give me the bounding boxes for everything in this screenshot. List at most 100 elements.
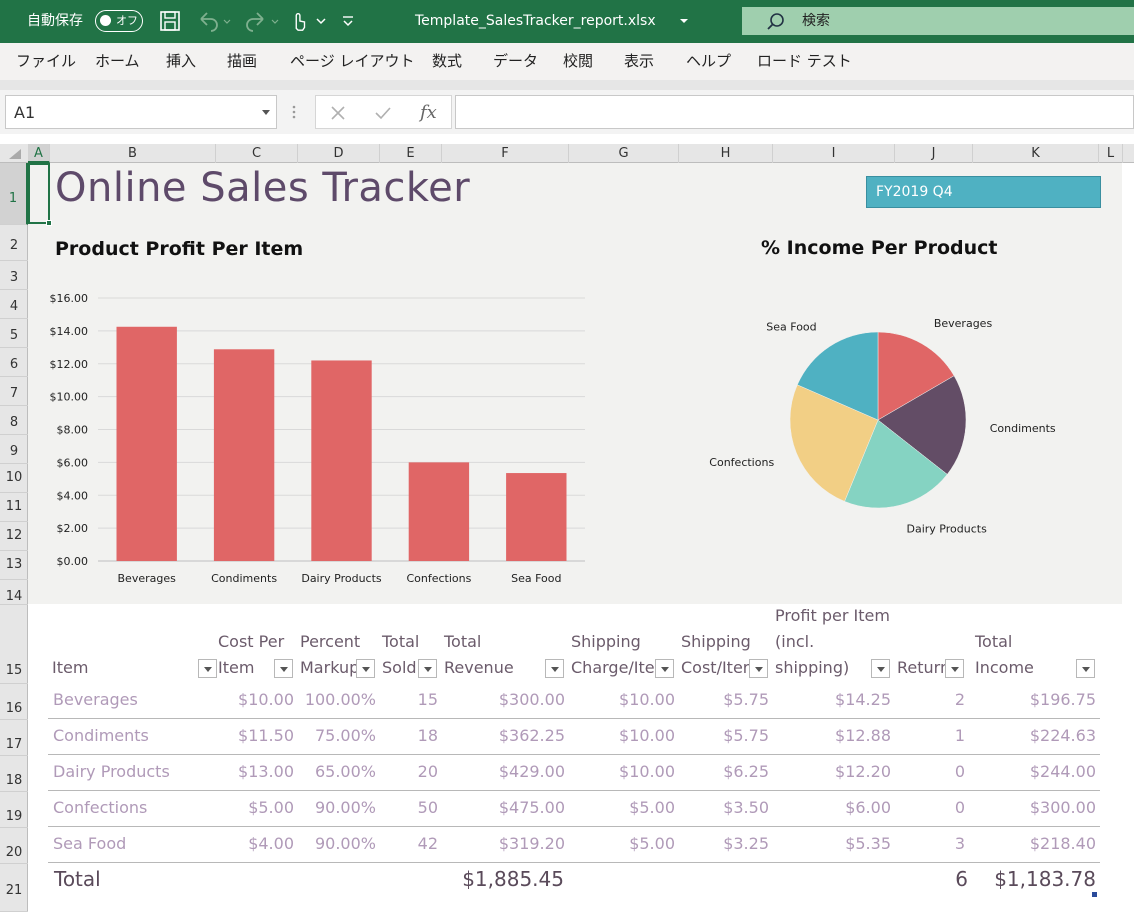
column-header-i[interactable]: I bbox=[773, 144, 895, 163]
table-cell[interactable]: $224.63 bbox=[975, 718, 1096, 754]
row-header[interactable]: 10 bbox=[0, 464, 28, 493]
customize-toolbar-icon[interactable] bbox=[341, 10, 355, 32]
tab-data[interactable]: データ bbox=[493, 43, 538, 80]
table-cell[interactable]: $12.88 bbox=[775, 718, 891, 754]
tab-insert[interactable]: 挿入 bbox=[166, 43, 196, 80]
table-cell[interactable]: $362.25 bbox=[444, 718, 565, 754]
column-header-f[interactable]: F bbox=[442, 144, 569, 163]
table-cell[interactable]: 3 bbox=[897, 826, 965, 862]
filter-dropdown-button[interactable] bbox=[1076, 659, 1095, 678]
row-header[interactable]: 7 bbox=[0, 377, 28, 406]
enter-icon[interactable] bbox=[374, 105, 392, 121]
column-header-a[interactable]: A bbox=[28, 144, 50, 163]
table-cell[interactable]: 0 bbox=[897, 790, 965, 826]
table-cell[interactable]: $319.20 bbox=[444, 826, 565, 862]
table-cell[interactable]: $10.00 bbox=[218, 682, 294, 718]
filter-dropdown-button[interactable] bbox=[418, 659, 437, 678]
table-cell[interactable]: $11.50 bbox=[218, 718, 294, 754]
bar[interactable] bbox=[506, 473, 567, 561]
column-header-h[interactable]: H bbox=[679, 144, 773, 163]
table-cell[interactable]: $10.00 bbox=[571, 754, 675, 790]
insert-function-icon[interactable]: fx bbox=[420, 96, 437, 130]
bar[interactable] bbox=[213, 349, 275, 561]
filter-dropdown-button[interactable] bbox=[545, 659, 564, 678]
tab-view[interactable]: 表示 bbox=[624, 43, 654, 80]
tab-draw[interactable]: 描画 bbox=[227, 43, 257, 80]
column-header-d[interactable]: D bbox=[298, 144, 380, 163]
table-cell[interactable]: 100.00% bbox=[300, 682, 376, 718]
table-cell[interactable]: $5.75 bbox=[681, 682, 769, 718]
table-cell[interactable]: $3.25 bbox=[681, 826, 769, 862]
filter-dropdown-button[interactable] bbox=[655, 659, 674, 678]
search-box[interactable]: 検索 bbox=[742, 7, 1134, 35]
row-header[interactable]: 20 bbox=[0, 828, 28, 864]
table-cell[interactable]: 18 bbox=[382, 718, 438, 754]
column-header-b[interactable]: B bbox=[50, 144, 216, 163]
row-header[interactable]: 19 bbox=[0, 792, 28, 828]
table-cell[interactable]: $218.40 bbox=[975, 826, 1096, 862]
table-cell[interactable]: $5.00 bbox=[571, 790, 675, 826]
tab-home[interactable]: ホーム bbox=[95, 43, 140, 80]
undo-icon[interactable] bbox=[196, 10, 232, 32]
table-cell[interactable]: $5.75 bbox=[681, 718, 769, 754]
table-cell[interactable]: 65.00% bbox=[300, 754, 376, 790]
table-cell[interactable]: $4.00 bbox=[218, 826, 294, 862]
touch-mode-icon[interactable] bbox=[289, 10, 309, 32]
row-header[interactable]: 9 bbox=[0, 435, 28, 464]
table-cell[interactable]: 1 bbox=[897, 718, 965, 754]
period-cell[interactable]: FY2019 Q4 bbox=[866, 176, 1101, 208]
select-all-icon[interactable] bbox=[8, 148, 22, 160]
table-resize-handle[interactable] bbox=[1092, 892, 1097, 897]
income-pie-chart[interactable]: Beverages Condiments Dairy Products Confect… bbox=[708, 313, 1088, 543]
table-cell[interactable]: $300.00 bbox=[444, 682, 565, 718]
tab-formulas[interactable]: 数式 bbox=[432, 43, 462, 80]
table-cell[interactable]: $300.00 bbox=[975, 790, 1096, 826]
row-header[interactable]: 2 bbox=[0, 225, 28, 261]
table-cell[interactable]: 2 bbox=[897, 682, 965, 718]
profit-bar-chart[interactable]: $0.00 $2.00 $4.00 $6.00 $8.00 $10.00 $12.00 $14… bbox=[28, 278, 628, 598]
item-name-cell[interactable]: Sea Food bbox=[53, 826, 126, 862]
filter-dropdown-button[interactable] bbox=[274, 659, 293, 678]
row-header[interactable]: 16 bbox=[0, 684, 28, 720]
table-cell[interactable]: $5.00 bbox=[571, 826, 675, 862]
column-header-k[interactable]: K bbox=[973, 144, 1099, 163]
item-name-cell[interactable]: Beverages bbox=[53, 682, 138, 718]
worksheet[interactable]: Online Sales Tracker FY2019 Q4 Product P… bbox=[28, 163, 1134, 912]
tab-load-test[interactable]: ロード テスト bbox=[757, 43, 852, 80]
row-header[interactable]: 12 bbox=[0, 522, 28, 551]
table-cell[interactable]: $3.50 bbox=[681, 790, 769, 826]
table-cell[interactable]: $196.75 bbox=[975, 682, 1096, 718]
filter-dropdown-button[interactable] bbox=[945, 659, 964, 678]
table-cell[interactable]: 90.00% bbox=[300, 790, 376, 826]
table-cell[interactable]: $12.20 bbox=[775, 754, 891, 790]
table-cell[interactable]: $5.00 bbox=[218, 790, 294, 826]
row-header[interactable]: 17 bbox=[0, 720, 28, 756]
table-cell[interactable]: $244.00 bbox=[975, 754, 1096, 790]
table-cell[interactable]: 50 bbox=[382, 790, 438, 826]
item-name-cell[interactable]: Condiments bbox=[53, 718, 149, 754]
item-name-cell[interactable]: Dairy Products bbox=[53, 754, 170, 790]
name-box[interactable]: A1 bbox=[5, 95, 277, 129]
table-cell[interactable]: 42 bbox=[382, 826, 438, 862]
name-box-dropdown-icon[interactable] bbox=[262, 110, 270, 115]
column-header-j[interactable]: J bbox=[895, 144, 973, 163]
column-header-c[interactable]: C bbox=[216, 144, 298, 163]
item-name-cell[interactable]: Confections bbox=[53, 790, 147, 826]
row-header[interactable]: 21 bbox=[0, 864, 28, 912]
row-header[interactable]: 8 bbox=[0, 406, 28, 435]
tab-file[interactable]: ファイル bbox=[16, 43, 76, 80]
column-header-l[interactable]: L bbox=[1099, 144, 1123, 163]
redo-icon[interactable] bbox=[244, 10, 280, 32]
formula-input[interactable] bbox=[455, 95, 1134, 129]
save-icon[interactable] bbox=[159, 10, 181, 32]
table-cell[interactable]: $429.00 bbox=[444, 754, 565, 790]
row-header[interactable]: 4 bbox=[0, 290, 28, 319]
filename-dropdown-icon[interactable] bbox=[678, 10, 690, 32]
table-cell[interactable]: $6.00 bbox=[775, 790, 891, 826]
table-cell[interactable]: 90.00% bbox=[300, 826, 376, 862]
tab-review[interactable]: 校閲 bbox=[563, 43, 593, 80]
more-options-icon[interactable] bbox=[290, 104, 298, 120]
table-cell[interactable]: $6.25 bbox=[681, 754, 769, 790]
table-cell[interactable]: $5.35 bbox=[775, 826, 891, 862]
table-cell[interactable]: 20 bbox=[382, 754, 438, 790]
